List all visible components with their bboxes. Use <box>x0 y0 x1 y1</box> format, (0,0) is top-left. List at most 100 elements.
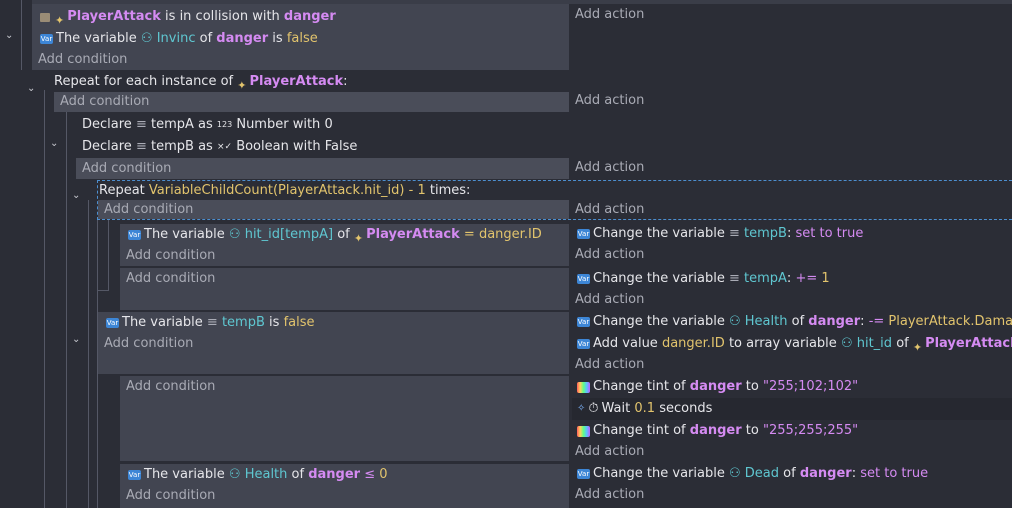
action-text: to <box>745 379 759 394</box>
variable-name[interactable]: Health <box>745 312 788 332</box>
action-change-tint-white[interactable]: Change tint of danger to "255;255;255" <box>577 421 858 441</box>
condition-variable-tempB[interactable]: Var The variable ≡ tempB is false <box>106 313 315 333</box>
object-name[interactable]: danger <box>800 464 852 484</box>
add-condition-link[interactable]: Add condition <box>82 159 171 179</box>
object-name[interactable]: danger <box>308 465 360 485</box>
declare-text: as <box>198 139 213 154</box>
action-text: Change tint of <box>593 379 686 394</box>
declare-tempB[interactable]: Declare ≡ tempB as ×✓ Boolean with False <box>82 137 357 157</box>
add-action-link[interactable]: Add action <box>575 200 644 220</box>
add-condition-link[interactable]: Add condition <box>38 50 127 70</box>
action-add-array-value[interactable]: Var Add value danger.ID to array variabl… <box>577 334 1012 354</box>
collapse-chevron-icon[interactable]: ⌄ <box>72 334 80 345</box>
condition-variable-invinc[interactable]: Var The variable ⚇ Invinc of danger is f… <box>40 29 318 49</box>
add-action-link[interactable]: Add action <box>575 442 644 462</box>
repeat-expression[interactable]: VariableChildCount(PlayerAttack.hit_id) … <box>149 181 426 201</box>
add-condition-link[interactable]: Add condition <box>126 269 215 289</box>
action-value[interactable]: 0.1 <box>634 399 655 419</box>
variable-name[interactable]: hit_id <box>857 334 892 354</box>
variable-type[interactable]: Number <box>236 115 288 135</box>
variable-name[interactable]: tempB <box>222 313 265 333</box>
add-action-link[interactable]: Add action <box>575 290 644 310</box>
collision-icon <box>40 12 50 22</box>
object-name[interactable]: PlayerAttack <box>67 7 161 27</box>
object-name[interactable]: danger <box>216 29 268 49</box>
action-wait[interactable]: ✧ ⏱ Wait 0.1 seconds <box>577 399 712 419</box>
tint-icon <box>577 425 590 437</box>
variable-icon: Var <box>577 274 590 284</box>
variable-name[interactable]: tempA <box>744 269 787 289</box>
variable-name[interactable]: Health <box>245 465 288 485</box>
condition-text: is in collision with <box>165 9 280 24</box>
variable-name[interactable]: tempB <box>744 224 787 244</box>
add-action-link[interactable]: Add action <box>575 245 644 265</box>
declare-text: as <box>198 117 213 132</box>
add-condition-link[interactable]: Add condition <box>104 334 193 354</box>
variable-name[interactable]: tempB <box>151 137 194 157</box>
variable-name[interactable]: Dead <box>745 464 779 484</box>
action-set-tempB[interactable]: Var Change the variable ≡ tempB: set to … <box>577 224 863 244</box>
declare-tempA[interactable]: Declare ≡ tempA as 123 Number with 0 <box>82 115 333 135</box>
action-value[interactable]: danger.ID <box>662 334 725 354</box>
variable-value[interactable]: False <box>325 137 358 157</box>
add-condition-link[interactable]: Add condition <box>60 92 149 112</box>
variable-icon: Var <box>577 339 590 349</box>
add-condition-link[interactable]: Add condition <box>104 200 193 220</box>
action-value[interactable]: "255;255;255" <box>763 421 858 441</box>
repeat-keyword: Repeat <box>99 183 145 198</box>
condition-variable-health[interactable]: Var The variable ⚇ Health of danger ≤ 0 <box>128 465 388 485</box>
action-change-tint-red[interactable]: Change tint of danger to "255;102;102" <box>577 377 858 397</box>
variable-icon: Var <box>128 470 141 480</box>
add-action-link[interactable]: Add action <box>575 355 644 375</box>
condition-value[interactable]: false <box>284 313 315 333</box>
variable-icon: Var <box>106 318 119 328</box>
variable-icon: Var <box>40 34 53 44</box>
collapse-chevron-icon[interactable]: ⌄ <box>5 30 13 41</box>
action-value[interactable]: set to true <box>860 464 928 484</box>
condition-value[interactable]: 0 <box>379 465 387 485</box>
collapse-chevron-icon[interactable]: ⌄ <box>50 138 58 149</box>
condition-variable-hit-id[interactable]: Var The variable ⚇ hit_id[tempA] of ✦ Pl… <box>128 225 542 245</box>
variable-name[interactable]: Invinc <box>157 29 196 49</box>
action-text: to array variable <box>728 336 837 351</box>
action-increment-tempA[interactable]: Var Change the variable ≡ tempA: += 1 <box>577 269 830 289</box>
object-name[interactable]: PlayerAttack <box>249 72 343 92</box>
object-variable-icon: ⚇ <box>228 227 241 242</box>
add-condition-link[interactable]: Add condition <box>126 246 215 266</box>
action-change-health[interactable]: Var Change the variable ⚇ Health of dang… <box>577 312 1012 332</box>
variable-value[interactable]: 0 <box>324 115 332 135</box>
target-object[interactable]: danger <box>284 7 336 27</box>
variable-icon: Var <box>577 229 590 239</box>
object-name[interactable]: PlayerAttack <box>366 225 460 245</box>
condition-text: The variable <box>56 31 137 46</box>
variable-name[interactable]: hit_id[tempA] <box>245 225 333 245</box>
add-action-link[interactable]: Add action <box>575 158 644 178</box>
boolean-type-icon: ×✓ <box>216 142 233 152</box>
action-set-dead[interactable]: Var Change the variable ⚇ Dead of danger… <box>577 464 928 484</box>
tree-guide <box>44 90 45 508</box>
add-condition-link[interactable]: Add condition <box>126 377 215 397</box>
add-action-link[interactable]: Add action <box>575 91 644 111</box>
collapse-chevron-icon[interactable]: ⌄ <box>27 83 35 94</box>
object-name[interactable]: danger <box>690 421 742 441</box>
condition-value[interactable]: danger.ID <box>479 225 542 245</box>
add-condition-link[interactable]: Add condition <box>126 486 215 506</box>
action-value[interactable]: 1 <box>821 269 829 289</box>
collapse-chevron-icon[interactable]: ⌄ <box>72 190 80 201</box>
condition-collision[interactable]: ✦ PlayerAttack is in collision with dang… <box>40 7 336 27</box>
add-action-link[interactable]: Add action <box>575 485 644 505</box>
action-value[interactable]: set to true <box>795 224 863 244</box>
condition-value[interactable]: false <box>287 29 318 49</box>
action-value[interactable]: "255;102;102" <box>763 377 858 397</box>
variable-name[interactable]: tempA <box>151 115 194 135</box>
add-action-link[interactable]: Add action <box>575 5 644 25</box>
object-name[interactable]: PlayerAttack <box>925 334 1012 354</box>
object-sprite-icon: ✦ <box>237 79 247 92</box>
condition-text: The variable <box>144 227 225 242</box>
action-value[interactable]: PlayerAttack.Damage <box>888 312 1012 332</box>
for-each-header[interactable]: Repeat for each instance of ✦ PlayerAtta… <box>54 72 348 92</box>
object-name[interactable]: danger <box>808 312 860 332</box>
variable-type[interactable]: Boolean <box>236 137 289 157</box>
repeat-header[interactable]: Repeat VariableChildCount(PlayerAttack.h… <box>99 181 470 201</box>
object-name[interactable]: danger <box>690 377 742 397</box>
